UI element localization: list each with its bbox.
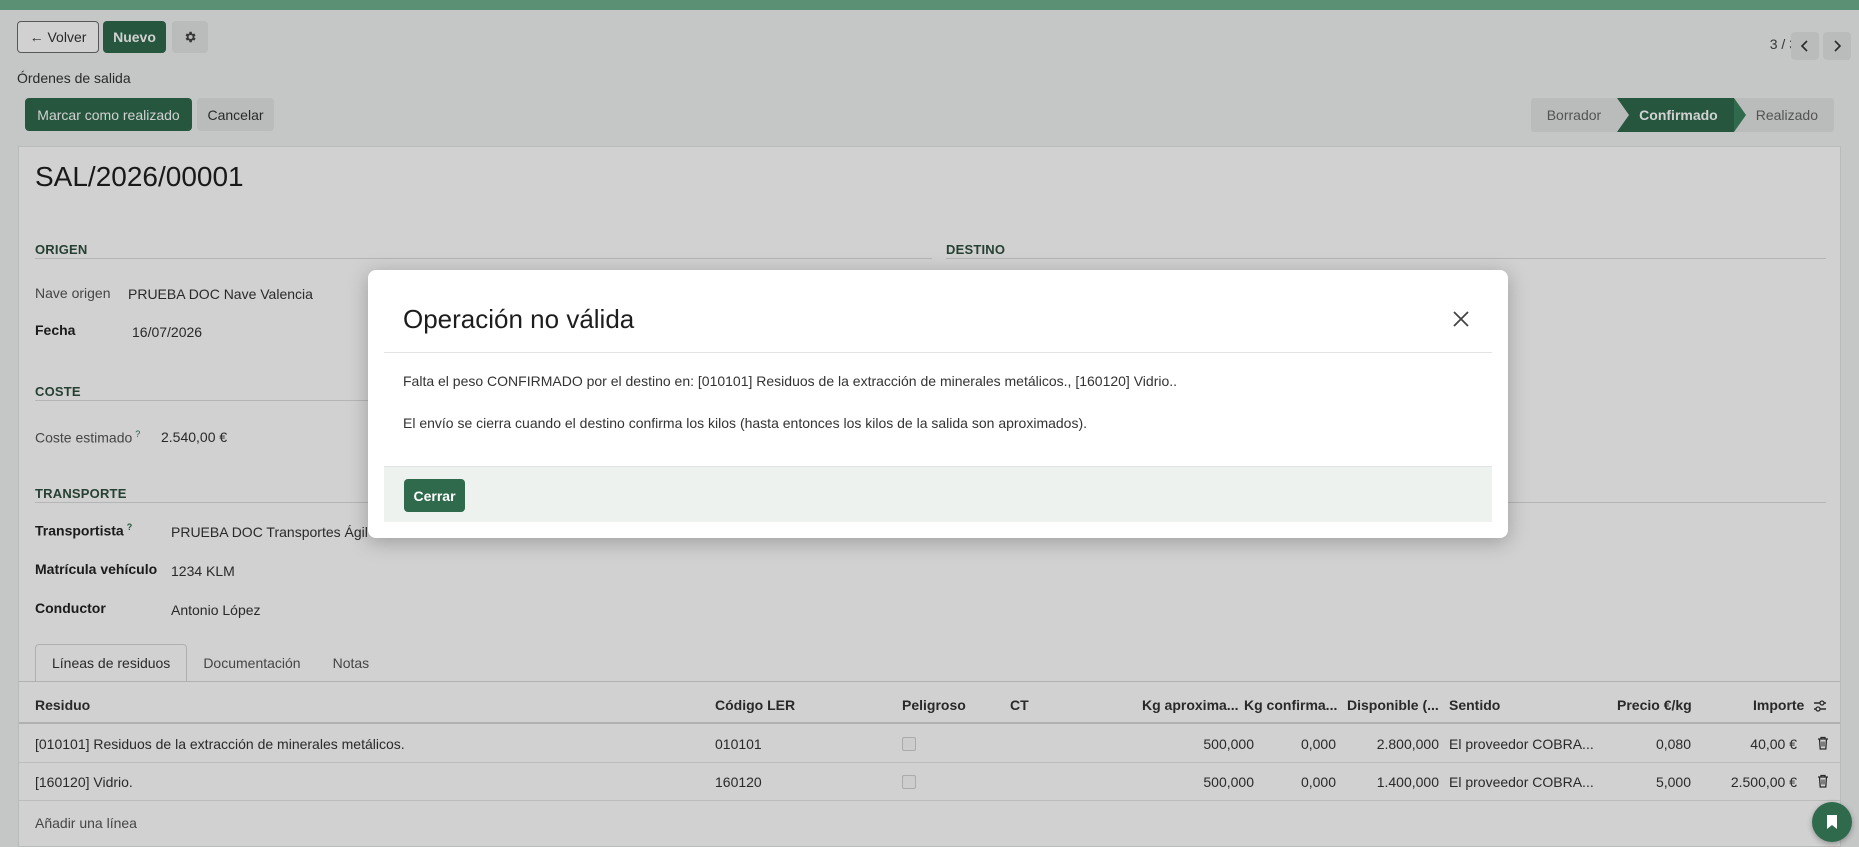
dialog-footer: Cerrar bbox=[384, 466, 1492, 522]
chat-button[interactable] bbox=[1812, 802, 1852, 842]
dialog-divider bbox=[384, 352, 1492, 353]
dialog-message-2: El envío se cierra cuando el destino con… bbox=[403, 415, 1088, 431]
dialog-message-1: Falta el peso CONFIRMADO por el destino … bbox=[403, 373, 1178, 389]
error-dialog: Operación no válida Falta el peso CONFIR… bbox=[368, 270, 1508, 538]
close-icon[interactable] bbox=[1452, 310, 1470, 328]
dialog-close-button[interactable]: Cerrar bbox=[404, 479, 465, 512]
dialog-title: Operación no válida bbox=[403, 304, 635, 334]
bookmark-icon bbox=[1827, 815, 1837, 829]
